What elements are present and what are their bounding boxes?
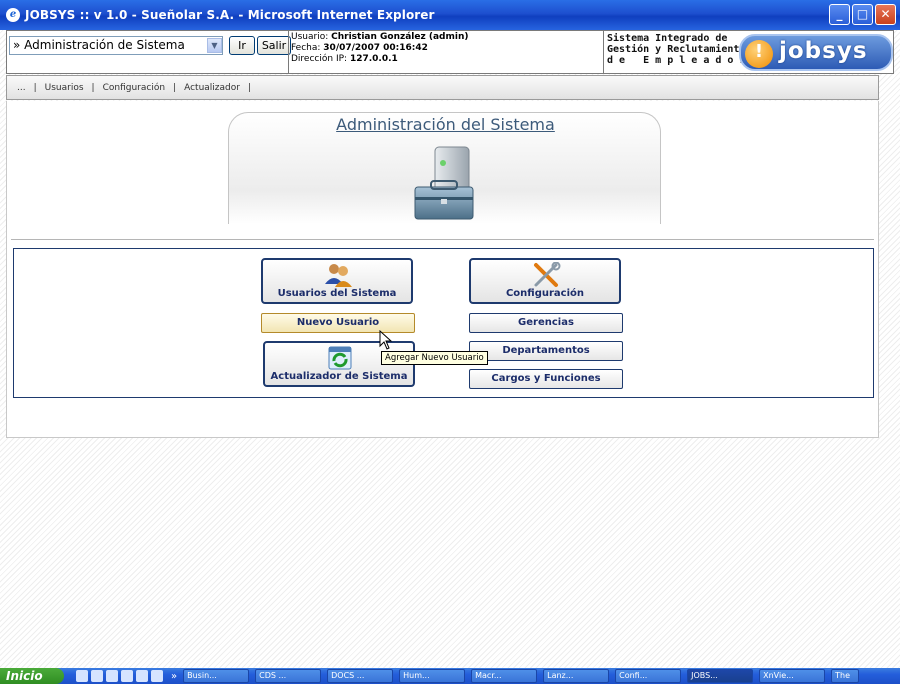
quick-launch-more-icon[interactable]: » (171, 671, 177, 682)
hero-panel: Administración del Sistema (228, 112, 661, 224)
quick-launch-icon[interactable] (106, 670, 118, 682)
taskbar-item[interactable]: CDS ... (255, 669, 322, 683)
admin-options-panel: Usuarios del Sistema Configuración Nuevo… (13, 248, 874, 398)
ir-button[interactable]: Ir (229, 36, 255, 55)
configuracion-button[interactable]: Configuración (469, 258, 621, 304)
menu-separator: | (33, 82, 37, 93)
menu-item-usuarios[interactable]: Usuarios (45, 83, 84, 93)
module-select[interactable]: » Administración de Sistema ▼ (9, 36, 223, 55)
quick-launch-icon[interactable] (136, 670, 148, 682)
taskbar-item[interactable]: Busin... (183, 669, 250, 683)
quick-launch (76, 670, 163, 682)
logo-text: jobsys (779, 38, 868, 64)
module-select-value: » Administración de Sistema (13, 38, 185, 52)
menu-separator: | (91, 82, 95, 93)
tooltip: Agregar Nuevo Usuario (381, 351, 488, 365)
main-content: Administración del Sistema Usuarios del … (6, 101, 879, 438)
start-button[interactable]: Inicio (0, 668, 64, 684)
taskbar-item-active[interactable]: JOBS... (687, 669, 754, 683)
session-info: Usuario: Christian González (admin) Fech… (291, 32, 468, 65)
app-header: » Administración de Sistema ▼ Ir Salir U… (6, 30, 894, 74)
window-title: JOBSYS :: v 1.0 - Sueñolar S.A. - Micros… (25, 8, 435, 22)
header-divider (288, 31, 289, 73)
ip-value: 127.0.0.1 (349, 54, 398, 64)
system-name: Sistema Integrado de Gestión y Reclutami… (607, 33, 746, 66)
taskbar: Inicio » Busin... CDS ... DOCS ... Hum..… (0, 668, 900, 684)
menu-item-configuracion[interactable]: Configuración (103, 83, 165, 93)
system-name-line: d e E m p l e a d o s (607, 55, 746, 66)
gerencias-button[interactable]: Gerencias (469, 313, 623, 333)
taskbar-item[interactable]: The (831, 669, 860, 683)
salir-button[interactable]: Salir (257, 36, 291, 55)
ip-label: Dirección IP: (291, 54, 348, 64)
departamentos-button[interactable]: Departamentos (469, 341, 623, 361)
refresh-icon (328, 346, 352, 370)
user-value: Christian González (admin) (331, 32, 469, 42)
internet-explorer-icon: e (6, 8, 20, 22)
logo-exclamation-icon (745, 40, 773, 68)
usuarios-del-sistema-button[interactable]: Usuarios del Sistema (261, 258, 413, 304)
date-label: Fecha: (291, 43, 321, 53)
server-toolbox-icon (414, 146, 474, 220)
window-controls: _ □ ✕ (829, 4, 896, 25)
header-divider (603, 31, 604, 73)
date-value: 30/07/2007 00:16:42 (323, 43, 428, 53)
menu-separator: | (173, 82, 177, 93)
system-name-line: Sistema Integrado de (607, 33, 728, 44)
taskbar-item[interactable]: DOCS ... (327, 669, 394, 683)
quick-launch-icon[interactable] (151, 670, 163, 682)
quick-launch-icon[interactable] (121, 670, 133, 682)
page-title: Administración del Sistema (336, 115, 555, 134)
maximize-button[interactable]: □ (852, 4, 873, 25)
taskbar-item[interactable]: XnVie... (759, 669, 826, 683)
divider (11, 239, 874, 240)
button-label: Configuración (505, 288, 585, 299)
users-icon (325, 264, 352, 287)
button-label: Actualizador de Sistema (270, 371, 408, 382)
quick-launch-icon[interactable] (91, 670, 103, 682)
user-label: Usuario: (291, 32, 329, 42)
tools-icon (534, 262, 561, 287)
jobsys-logo: jobsys (739, 34, 893, 71)
window-title-bar[interactable]: e JOBSYS :: v 1.0 - Sueñolar S.A. - Micr… (0, 0, 900, 30)
taskbar-item[interactable]: Confi... (615, 669, 682, 683)
minimize-button[interactable]: _ (829, 4, 850, 25)
mouse-cursor-icon (379, 330, 393, 350)
close-button[interactable]: ✕ (875, 4, 896, 25)
taskbar-item[interactable]: Lanz... (543, 669, 610, 683)
module-select-group: » Administración de Sistema ▼ Ir Salir (9, 34, 291, 56)
menu-item-actualizador[interactable]: Actualizador (184, 83, 240, 93)
system-name-line: Gestión y Reclutamiento (607, 44, 746, 55)
menu-bar: ... | Usuarios | Configuración | Actuali… (6, 75, 879, 100)
quick-launch-icon[interactable] (76, 670, 88, 682)
chevron-down-icon[interactable]: ▼ (207, 38, 222, 53)
menu-separator: | (247, 82, 252, 93)
button-label: Usuarios del Sistema (277, 288, 397, 299)
menu-item-more[interactable]: ... (17, 83, 26, 93)
taskbar-item[interactable]: Macr... (471, 669, 538, 683)
cargos-y-funciones-button[interactable]: Cargos y Funciones (469, 369, 623, 389)
taskbar-item[interactable]: Hum... (399, 669, 466, 683)
